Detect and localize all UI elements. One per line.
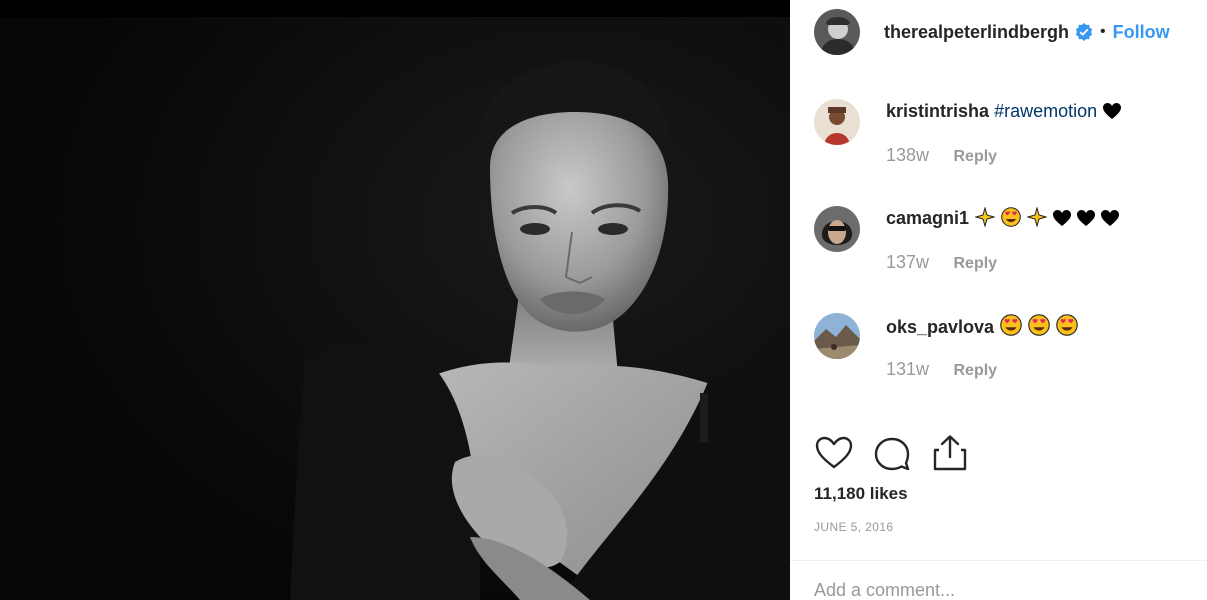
black-heart-icon — [1101, 210, 1120, 226]
comment-bubble-icon[interactable] — [872, 433, 912, 473]
post-header: therealpeterlindbergh • Follow — [814, 8, 1170, 56]
reply-button[interactable]: Reply — [953, 362, 997, 379]
avatar[interactable] — [814, 9, 860, 55]
heart-eyes-emoji-icon — [1056, 314, 1078, 336]
black-heart-icon — [1077, 210, 1096, 226]
user-avatar-icon — [814, 99, 860, 145]
username[interactable]: therealpeterlindbergh — [884, 22, 1069, 43]
comment-time[interactable]: 137w — [886, 252, 929, 272]
post-actions — [814, 433, 988, 473]
comment-meta: 138w Reply — [886, 145, 997, 166]
separator-dot: • — [1100, 23, 1106, 40]
reply-button[interactable]: Reply — [953, 255, 997, 272]
avatar[interactable] — [814, 206, 860, 252]
avatar[interactable] — [814, 99, 860, 145]
heart-eyes-emoji-icon — [1001, 207, 1021, 227]
comment-text: oks_pavlova — [886, 314, 1078, 338]
comment-text: kristintrisha #rawemotion — [886, 100, 1122, 122]
hashtag-link[interactable]: #rawemotion — [994, 101, 1097, 121]
comment-meta: 131w Reply — [886, 359, 997, 380]
black-heart-icon — [1053, 210, 1072, 226]
avatar[interactable] — [814, 313, 860, 359]
post-photo[interactable] — [0, 17, 790, 600]
heart-outline-icon[interactable] — [814, 433, 854, 473]
verified-badge-icon — [1075, 23, 1093, 41]
user-avatar-icon — [814, 9, 860, 55]
heart-eyes-emoji-icon — [1000, 314, 1022, 336]
sparkle-star-icon — [1027, 207, 1048, 227]
comment-username[interactable]: kristintrisha — [886, 101, 989, 121]
comment-time[interactable]: 138w — [886, 145, 929, 165]
comment-time[interactable]: 131w — [886, 359, 929, 379]
comment-text: camagni1 — [886, 207, 1120, 229]
post-date[interactable]: JUNE 5, 2016 — [814, 520, 894, 534]
heart-eyes-emoji-icon — [1028, 314, 1050, 336]
comment-meta: 137w Reply — [886, 252, 997, 273]
follow-button[interactable]: Follow — [1113, 22, 1170, 43]
user-avatar-icon — [814, 313, 860, 359]
likes-count[interactable]: 11,180 likes — [814, 484, 908, 504]
user-avatar-icon — [814, 206, 860, 252]
divider — [790, 560, 1207, 561]
comment-username[interactable]: oks_pavlova — [886, 317, 994, 337]
add-comment-input[interactable] — [814, 578, 1184, 600]
post-side-panel: therealpeterlindbergh • Follow kristintr… — [790, 0, 1207, 600]
reply-button[interactable]: Reply — [953, 148, 997, 165]
black-heart-icon — [1103, 103, 1122, 119]
share-upload-icon[interactable] — [930, 433, 970, 473]
sparkle-star-icon — [975, 207, 996, 227]
comment-username[interactable]: camagni1 — [886, 208, 969, 228]
portrait-photo — [0, 17, 790, 600]
